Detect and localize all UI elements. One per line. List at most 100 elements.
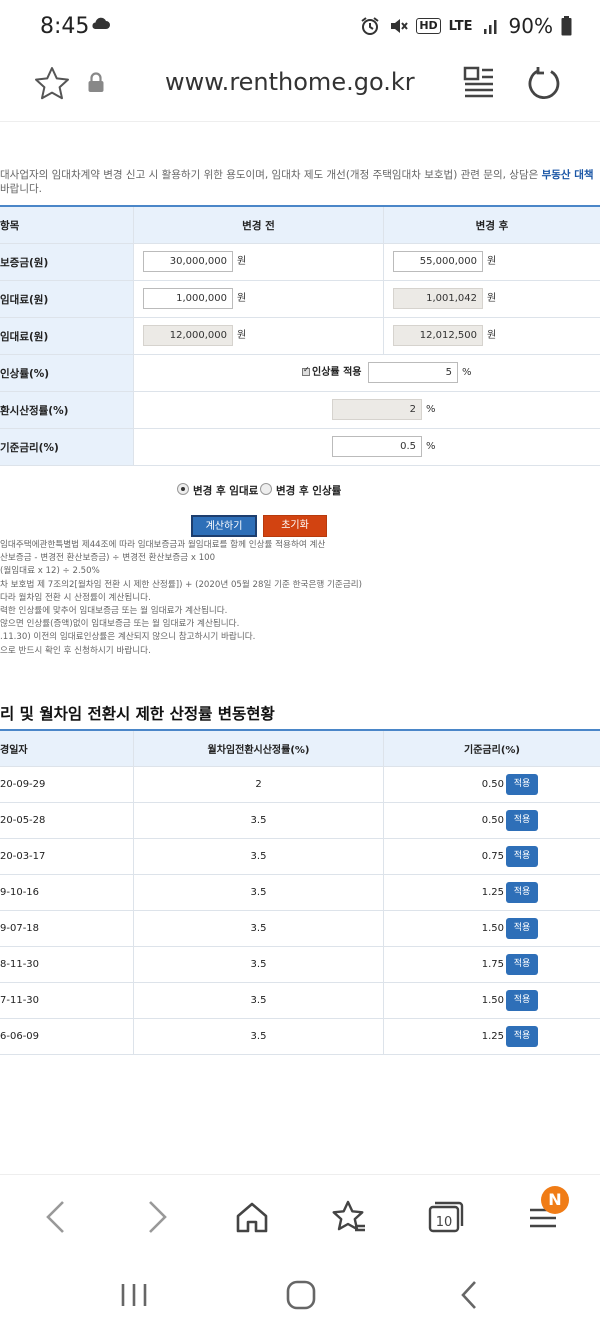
increase-apply-checkbox[interactable] (302, 365, 310, 376)
annual-after-output: 12,012,500 (393, 325, 483, 346)
history-date: 20-03-17 (0, 839, 134, 874)
radio-after-rate-label: 변경 후 인상률 (276, 485, 342, 497)
url-text[interactable]: www.renthome.go.kr (165, 68, 415, 96)
lock-icon (88, 72, 104, 92)
home-button-icon[interactable] (284, 1279, 318, 1311)
note-line: .11.30) 이전의 임대료인상률은 계산되지 않으니 참고하시기 바랍니다. (0, 632, 256, 643)
increase-rate-input[interactable]: 5 (368, 362, 458, 383)
calc-header-before: 변경 전 (134, 207, 384, 243)
history-row: 9-07-18 3.5 1.50 적용 (0, 911, 600, 947)
history-header-date: 경일자 (0, 731, 134, 766)
monthly-rent-row: 임대료(원) 1,000,000 원 1,001,042 원 (0, 281, 600, 318)
apply-button[interactable]: 적용 (506, 846, 538, 867)
address-bar: www.renthome.go.kr (0, 54, 600, 122)
note-line: 않으면 인상률(증액)없이 임대보증금 또는 월 임대료가 계산됩니다. (0, 619, 240, 630)
home-icon[interactable] (232, 1197, 272, 1237)
history-base-rate: 1.75 (481, 959, 504, 970)
calc-table: 항목 변경 전 변경 후 보증금(원) 30,000,000 원 55,000,… (0, 205, 600, 466)
monthly-before-unit: 원 (237, 293, 247, 304)
status-icons: HD LTE 90% (360, 14, 572, 38)
increase-apply-label: 인상률 적용 (312, 367, 362, 378)
deposit-before-input[interactable]: 30,000,000 (143, 251, 233, 272)
history-base-rate: 1.50 (481, 923, 504, 934)
history-header-conversion: 월차임전환시산정률(%) (134, 731, 384, 766)
history-base-rate: 0.75 (481, 851, 504, 862)
apply-button[interactable]: 적용 (506, 774, 538, 795)
recents-icon[interactable] (118, 1280, 150, 1310)
history-base-rate: 1.50 (481, 995, 504, 1006)
apply-button[interactable]: 적용 (506, 954, 538, 975)
note-line: 산보증금 - 변경전 환산보증금) ÷ 변경전 환산보증금 x 100 (0, 553, 216, 564)
status-bar: 8:45 HD LTE 90% (0, 0, 600, 54)
lte-indicator: LTE (448, 18, 473, 34)
bookmarks-icon[interactable] (329, 1197, 369, 1237)
back-button-icon[interactable] (455, 1279, 485, 1311)
history-conversion-rate: 3.5 (134, 1019, 384, 1054)
history-date: 7-11-30 (0, 983, 134, 1018)
history-row: 8-11-30 3.5 1.75 적용 (0, 947, 600, 983)
intro-text: 대사업자의 임대차계약 변경 신고 시 활용하기 위한 용도이며, 임대차 제도… (0, 168, 600, 196)
history-date: 6-06-09 (0, 1019, 134, 1054)
deposit-row: 보증금(원) 30,000,000 원 55,000,000 원 (0, 244, 600, 281)
history-date: 20-09-29 (0, 767, 134, 802)
radio-after-rate[interactable] (260, 483, 272, 495)
status-time: 8:45 (40, 14, 90, 39)
history-conversion-rate: 3.5 (134, 803, 384, 838)
annual-before-unit: 원 (237, 330, 247, 341)
tabs-icon[interactable]: 10 (426, 1197, 466, 1237)
calculate-button[interactable]: 계산하기 (191, 515, 257, 537)
apply-button[interactable]: 적용 (506, 882, 538, 903)
radio-after-rent[interactable] (177, 483, 189, 495)
battery-icon (561, 16, 572, 36)
apply-button[interactable]: 적용 (506, 990, 538, 1011)
apply-button[interactable]: 적용 (506, 810, 538, 831)
history-row: 9-10-16 3.5 1.25 적용 (0, 875, 600, 911)
history-title: 리 및 월차임 전환시 제한 산정률 변동현황 (0, 705, 275, 723)
history-base-rate-cell: 0.50 (384, 803, 600, 838)
history-base-rate: 1.25 (481, 1031, 504, 1042)
history-row: 20-05-28 3.5 0.50 적용 (0, 803, 600, 839)
base-rate-row: 기준금리(%) 0.5 % (0, 429, 600, 466)
annual-rent-label: 임대료(원) (0, 318, 134, 354)
signal-icon (483, 20, 497, 34)
conversion-rate-output: 2 (332, 399, 422, 420)
history-base-rate-cell: 1.75 (384, 947, 600, 982)
notification-badge: N (541, 1186, 569, 1214)
star-icon[interactable] (34, 66, 70, 100)
deposit-before-unit: 원 (237, 256, 247, 267)
calc-mode-radios: 변경 후 임대료 변경 후 인상률 (0, 481, 600, 499)
back-icon[interactable] (37, 1197, 77, 1237)
calc-header-item: 항목 (0, 207, 134, 243)
deposit-after-unit: 원 (487, 256, 497, 267)
alarm-icon (361, 17, 379, 35)
reader-mode-icon[interactable] (462, 66, 496, 98)
note-line: 력한 인상률에 맞추어 임대보증금 또는 월 임대료가 계산됩니다. (0, 606, 228, 617)
forward-icon[interactable] (136, 1197, 176, 1237)
reload-icon[interactable] (528, 66, 564, 100)
note-line: 차 보호법 제 7조의2[월차임 전환 시 제한 산정률]) + (2020년 … (0, 579, 362, 590)
note-line: 으로 반드시 확인 후 신청하시기 바랍니다. (0, 645, 151, 656)
conversion-rate-unit: % (426, 404, 436, 415)
apply-button[interactable]: 적용 (506, 1026, 538, 1047)
intro-line-1: 대사업자의 임대차계약 변경 신고 시 활용하기 위한 용도이며, 임대차 제도… (0, 169, 542, 181)
apply-button[interactable]: 적용 (506, 918, 538, 939)
base-rate-unit: % (426, 441, 436, 452)
calc-header-row: 항목 변경 전 변경 후 (0, 207, 600, 244)
history-row: 20-09-29 2 0.50 적용 (0, 767, 600, 803)
base-rate-input[interactable]: 0.5 (332, 436, 422, 457)
reset-button[interactable]: 초기화 (263, 515, 327, 537)
history-table: 경일자 월차임전환시산정률(%) 기준금리(%) 20-09-29 2 0.50 적용… (0, 729, 600, 1055)
increase-rate-row: 인상률(%) 인상률 적용 5 % (0, 355, 600, 392)
deposit-after-input[interactable]: 55,000,000 (393, 251, 483, 272)
intro-link[interactable]: 부동산 대책 (542, 169, 594, 181)
deposit-label: 보증금(원) (0, 244, 134, 280)
history-base-rate-cell: 1.25 (384, 875, 600, 910)
monthly-before-input[interactable]: 1,000,000 (143, 288, 233, 309)
mute-icon (391, 19, 409, 33)
history-base-rate-cell: 0.50 (384, 767, 600, 802)
history-row: 7-11-30 3.5 1.50 적용 (0, 983, 600, 1019)
history-conversion-rate: 3.5 (134, 947, 384, 982)
annual-after-unit: 원 (487, 330, 497, 341)
calc-notes: 임대주택에관한특별법 제44조에 따라 임대보증금과 월임대료를 함께 인상률 … (0, 539, 600, 658)
history-base-rate: 0.50 (481, 815, 504, 826)
